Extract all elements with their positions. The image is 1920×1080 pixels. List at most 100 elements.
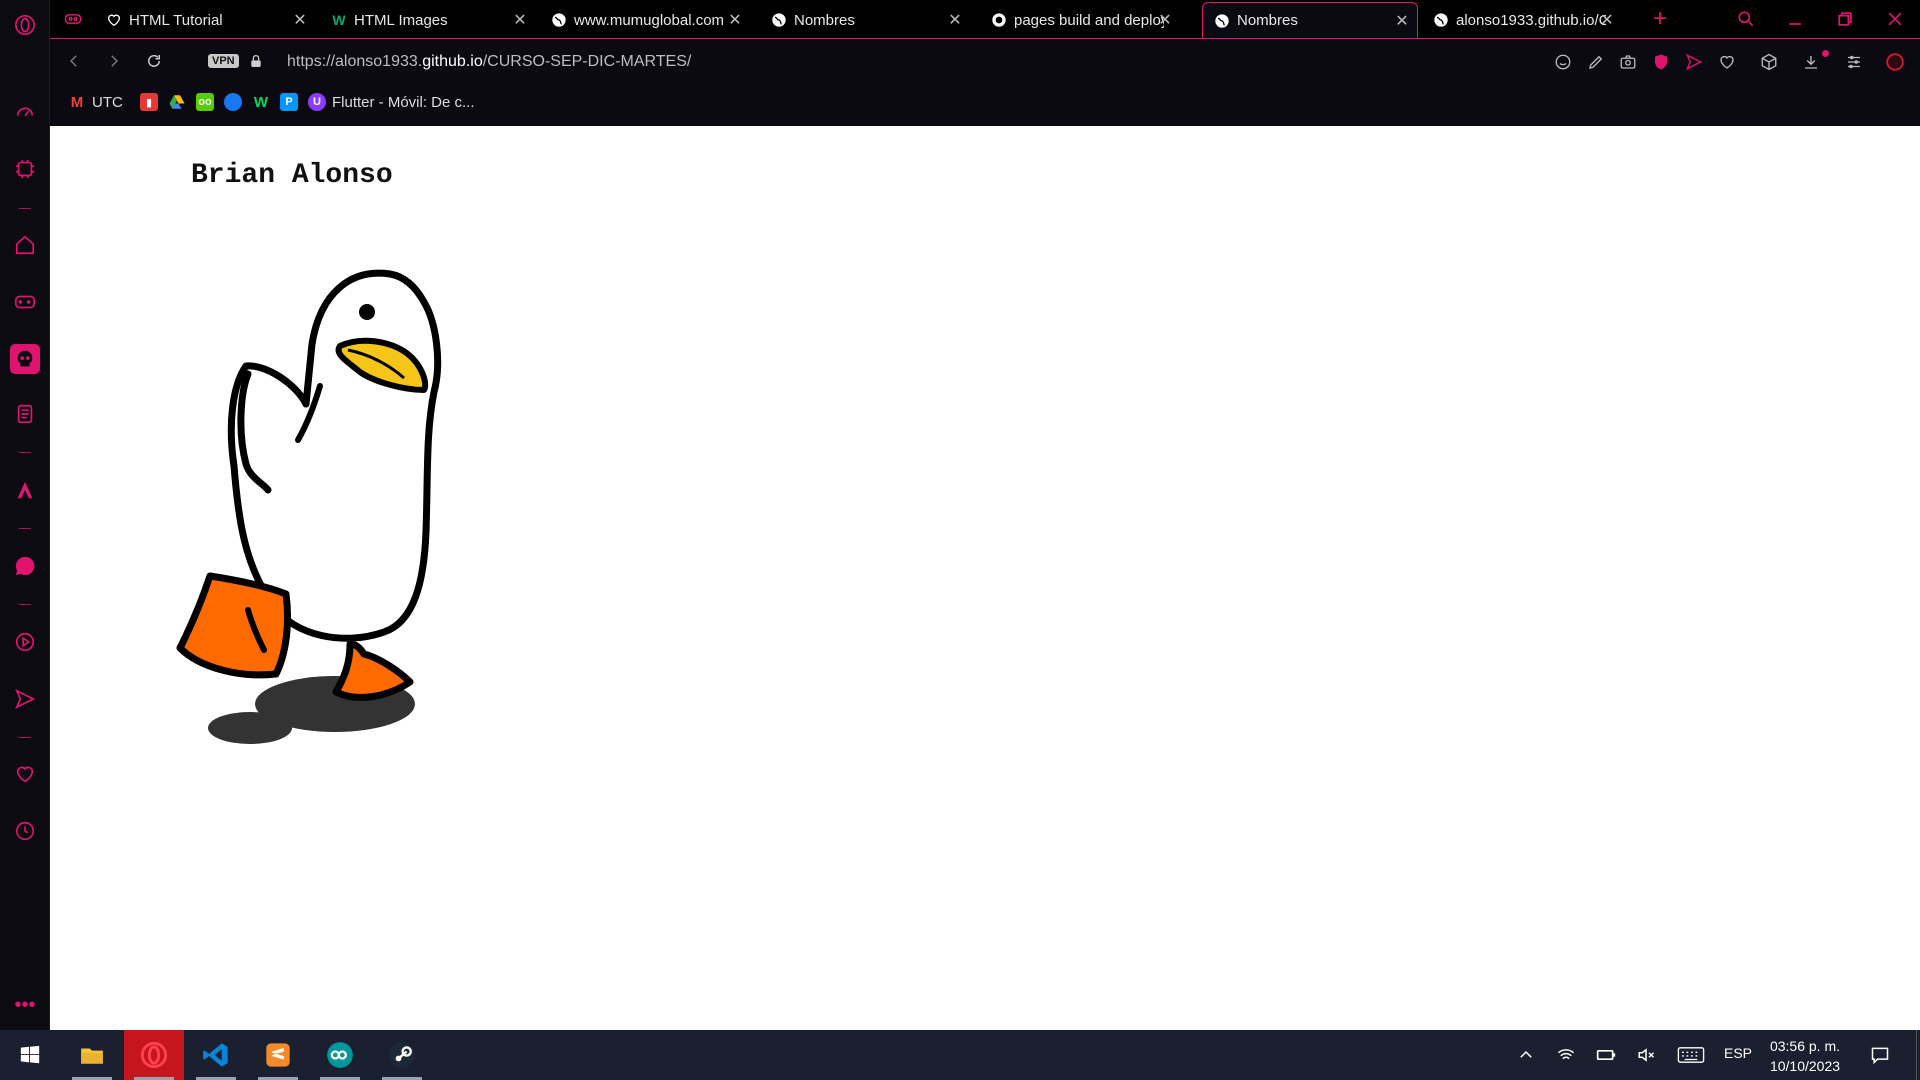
web-page: Brian Alonso <box>50 126 1920 1030</box>
close-window-icon[interactable] <box>1882 6 1908 32</box>
github-icon <box>990 11 1008 29</box>
skull-icon[interactable] <box>10 344 40 374</box>
heart-icon[interactable] <box>12 761 38 787</box>
clock[interactable]: 03:56 p. m. 10/10/2023 <box>1762 1036 1848 1076</box>
restore-icon[interactable] <box>1832 6 1858 32</box>
bookmark-utc[interactable]: M UTC <box>68 91 123 113</box>
reload-icon[interactable] <box>142 49 166 73</box>
more-icon[interactable]: ••• <box>12 992 38 1018</box>
windows-start-icon[interactable] <box>0 1030 60 1080</box>
aria-icon[interactable] <box>12 477 38 503</box>
search-icon[interactable] <box>1733 6 1759 32</box>
address-bar-area: VPN https://alonso1933.github.io/CURSO-S… <box>50 38 1920 126</box>
tab-nombres-active[interactable]: Nombres ✕ <box>1202 2 1418 38</box>
tab-label: Nombres <box>794 11 855 29</box>
cube-icon[interactable] <box>1758 51 1780 73</box>
whatsapp-icon[interactable] <box>12 553 38 579</box>
udemy-icon: U <box>308 93 326 111</box>
send-icon[interactable] <box>1683 51 1705 73</box>
vscode-icon[interactable] <box>186 1030 246 1080</box>
sublime-icon[interactable] <box>248 1030 308 1080</box>
gx-menu-icon[interactable] <box>60 6 86 32</box>
bookmark-chat[interactable] <box>224 91 248 113</box>
download-icon[interactable] <box>1800 51 1822 73</box>
url-path: /CURSO-SEP-DIC-MARTES/ <box>482 53 692 70</box>
speed-icon[interactable] <box>12 99 38 125</box>
bookmark-label: Flutter - Móvil: De c... <box>332 93 475 111</box>
desktop: ••• HTML Tutorial ✕ W HTML Images ✕ www.… <box>0 0 1920 1080</box>
sidebar-divider <box>19 208 31 209</box>
back-icon[interactable] <box>62 49 86 73</box>
minimize-icon[interactable] <box>1782 6 1808 32</box>
globe-icon <box>770 11 788 29</box>
bookmark-pixiv[interactable]: P <box>280 91 304 113</box>
send-icon[interactable] <box>12 686 38 712</box>
notifications-icon[interactable] <box>1868 1045 1892 1065</box>
tab-html-tutorial[interactable]: HTML Tutorial ✕ <box>95 2 315 38</box>
gamepad-icon[interactable] <box>12 289 38 315</box>
heart-icon <box>105 11 123 29</box>
tab-label: HTML Tutorial <box>129 11 223 29</box>
volume-muted-icon[interactable] <box>1636 1045 1656 1065</box>
bookmark-book[interactable]: ▮ <box>140 91 164 113</box>
chevron-up-icon[interactable] <box>1516 1045 1536 1065</box>
wifi-icon[interactable] <box>1556 1045 1576 1065</box>
book-icon: ▮ <box>140 93 158 111</box>
close-icon[interactable]: ✕ <box>291 11 309 29</box>
tab-pages-build[interactable]: pages build and deploy ✕ <box>980 2 1180 38</box>
tab-alonso-github[interactable]: alonso1933.github.io/CURSO-SEP-DIC-MARTE… <box>1422 2 1622 38</box>
pixiv-icon: P <box>280 93 298 111</box>
bookmark-flutter-course[interactable]: U Flutter - Móvil: De c... <box>308 91 475 113</box>
steam-icon[interactable] <box>372 1030 432 1080</box>
bookmark-drive[interactable] <box>168 91 192 113</box>
duolingo-icon: oo <box>196 93 214 111</box>
opera-gx-icon[interactable] <box>124 1030 184 1080</box>
bookmark-webtoon[interactable]: W <box>252 91 276 113</box>
w3schools-icon: W <box>332 12 346 28</box>
new-tab-button[interactable]: + <box>1647 5 1673 32</box>
chat-icon <box>224 93 242 111</box>
tab-nombres[interactable]: Nombres ✕ <box>760 2 970 38</box>
close-icon[interactable]: ✕ <box>946 11 964 29</box>
avatar[interactable] <box>1880 47 1910 77</box>
close-icon[interactable]: ✕ <box>1393 12 1411 30</box>
camera-icon[interactable] <box>1617 51 1639 73</box>
notes-icon[interactable] <box>12 401 38 427</box>
show-desktop-button[interactable] <box>1916 1030 1920 1080</box>
close-icon[interactable]: ✕ <box>1598 11 1616 29</box>
bookmark-label: UTC <box>92 93 123 111</box>
notification-dot <box>1822 50 1829 57</box>
tab-mumuglobal[interactable]: www.mumuglobal.com ✕ <box>540 2 750 38</box>
opera-logo-icon[interactable] <box>12 12 38 38</box>
language-indicator[interactable]: ESP <box>1724 1045 1752 1061</box>
heart-icon[interactable] <box>1716 51 1738 73</box>
shield-icon[interactable] <box>1650 51 1672 73</box>
keyboard-icon[interactable] <box>1676 1045 1706 1065</box>
home-icon[interactable] <box>12 232 38 258</box>
url-field[interactable]: https://alonso1933.github.io/CURSO-SEP-D… <box>287 53 691 71</box>
tab-html-images[interactable]: W HTML Images ✕ <box>320 2 535 38</box>
gx-control-icon[interactable] <box>12 156 38 182</box>
bookmark-duolingo[interactable]: oo <box>196 91 220 113</box>
arduino-icon[interactable] <box>310 1030 370 1080</box>
emoji-icon[interactable] <box>1552 51 1574 73</box>
close-icon[interactable]: ✕ <box>1156 11 1174 29</box>
battery-icon[interactable] <box>1596 1045 1616 1065</box>
vpn-badge[interactable]: VPN <box>208 54 239 68</box>
edit-icon[interactable] <box>1585 51 1607 73</box>
globe-icon <box>1432 11 1450 29</box>
sidebar-divider <box>19 452 31 453</box>
settings-sliders-icon[interactable] <box>1843 51 1865 73</box>
twitch-icon[interactable] <box>12 629 38 655</box>
close-icon[interactable]: ✕ <box>511 11 529 29</box>
file-explorer-icon[interactable] <box>62 1030 122 1080</box>
close-icon[interactable]: ✕ <box>726 11 744 29</box>
lock-icon[interactable] <box>248 53 264 74</box>
url-host: github.io <box>422 53 483 70</box>
duck-image <box>176 269 442 744</box>
sidebar-divider <box>19 528 31 529</box>
tab-label: alonso1933.github.io/CURSO-SEP-DIC-MARTE… <box>1456 11 1606 29</box>
history-icon[interactable] <box>12 818 38 844</box>
sidebar-divider <box>19 604 31 605</box>
forward-icon[interactable] <box>102 49 126 73</box>
